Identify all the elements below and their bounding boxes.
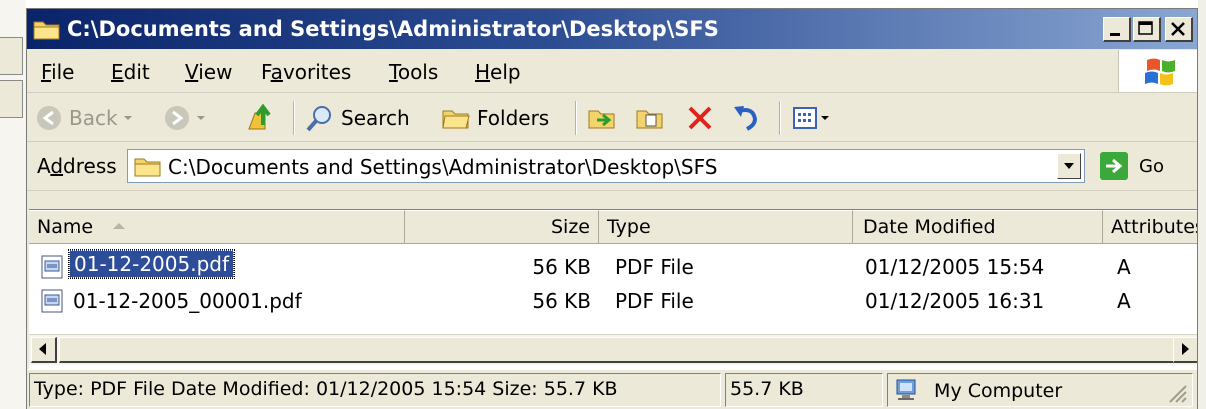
- close-icon: [1171, 22, 1185, 36]
- forward-arrow-icon: [165, 106, 189, 130]
- views-grid-icon: [793, 107, 817, 129]
- folders-icon: [442, 110, 470, 129]
- horizontal-scrollbar[interactable]: [29, 334, 1197, 365]
- file-row[interactable]: 01-12-2005_00001.pdf 56 KB PDF File 01/1…: [29, 284, 1197, 318]
- file-date-modified: 01/12/2005 16:31: [865, 289, 1045, 313]
- undo-button[interactable]: [731, 103, 761, 133]
- scroll-right-button[interactable]: [1173, 337, 1197, 363]
- folder-icon: [33, 21, 60, 40]
- resize-grip-icon[interactable]: [1166, 382, 1188, 404]
- file-type: PDF File: [615, 255, 694, 279]
- forward-button[interactable]: [163, 103, 211, 133]
- file-name: 01-12-2005.pdf: [67, 249, 236, 279]
- maximize-icon: [1138, 21, 1153, 35]
- chevron-down-icon: [1064, 163, 1074, 169]
- background-button: [0, 80, 23, 118]
- toolbar-separator: [779, 101, 781, 135]
- copy-to-button[interactable]: [635, 103, 667, 133]
- menu-view[interactable]: View: [185, 60, 232, 84]
- copy-to-folder-icon: [636, 110, 663, 129]
- column-header-date-modified[interactable]: Date Modified: [853, 210, 1103, 244]
- address-bar: Address C:\Documents and Settings\Admini…: [27, 142, 1197, 191]
- go-button[interactable]: Go: [1099, 151, 1164, 181]
- go-arrow-icon: [1100, 152, 1128, 180]
- column-header-size[interactable]: Size: [405, 210, 599, 244]
- column-header-name[interactable]: Name: [29, 210, 405, 244]
- menu-bar: File Edit View Favorites Tools Help: [27, 50, 1197, 93]
- chevron-down-icon: [123, 116, 132, 120]
- back-button[interactable]: Back: [35, 103, 138, 133]
- folder-icon: [134, 158, 161, 177]
- column-header-attributes[interactable]: Attributes: [1103, 210, 1197, 244]
- file-row[interactable]: 01-12-2005.pdf 56 KB PDF File 01/12/2005…: [29, 249, 1197, 284]
- minimize-button[interactable]: [1103, 17, 1131, 42]
- back-arrow-icon: [37, 106, 61, 130]
- chevron-down-icon: [821, 116, 829, 120]
- search-icon: [306, 106, 331, 132]
- file-date-modified: 01/12/2005 15:54: [865, 255, 1045, 279]
- explorer-window: C:\Documents and Settings\Administrator\…: [26, 8, 1198, 409]
- file-list: Name Size Type Date Modified Attributes …: [29, 209, 1197, 388]
- menu-tools[interactable]: Tools: [389, 60, 438, 84]
- column-header-type[interactable]: Type: [599, 210, 853, 244]
- address-input[interactable]: C:\Documents and Settings\Administrator\…: [127, 149, 1085, 183]
- scroll-left-button[interactable]: [31, 337, 57, 363]
- maximize-button[interactable]: [1133, 17, 1161, 42]
- arrow-right-icon: [1182, 343, 1189, 355]
- file-size: 56 KB: [532, 289, 591, 313]
- toolbar-separator: [575, 101, 577, 135]
- file-type: PDF File: [615, 289, 694, 313]
- move-to-folder-icon: [588, 110, 615, 129]
- address-label: Address: [37, 154, 117, 178]
- file-attributes: A: [1117, 289, 1131, 313]
- delete-button[interactable]: [685, 103, 715, 133]
- windows-logo: [1118, 50, 1197, 92]
- status-zone: My Computer: [887, 373, 1193, 407]
- chevron-down-icon: [197, 116, 205, 120]
- menu-edit[interactable]: Edit: [111, 60, 150, 84]
- up-folder-icon: [248, 103, 271, 130]
- file-name: 01-12-2005_00001.pdf: [73, 289, 302, 313]
- folders-button[interactable]: Folders: [441, 103, 549, 133]
- status-info: Type: PDF File Date Modified: 01/12/2005…: [29, 373, 721, 407]
- address-dropdown-button[interactable]: [1057, 153, 1081, 179]
- pdf-file-icon: [41, 255, 63, 279]
- menu-file[interactable]: File: [41, 60, 74, 84]
- standard-toolbar: Back Search Folders: [27, 93, 1197, 142]
- title-bar[interactable]: C:\Documents and Settings\Administrator\…: [27, 9, 1197, 49]
- status-bar: Type: PDF File Date Modified: 01/12/2005…: [27, 369, 1197, 409]
- background-button: [0, 37, 23, 75]
- undo-icon: [734, 106, 758, 131]
- background-desktop: [1198, 0, 1206, 409]
- scrollbar-thumb[interactable]: [59, 337, 1175, 363]
- file-size: 56 KB: [532, 255, 591, 279]
- background-window-edge: [0, 0, 26, 409]
- file-attributes: A: [1117, 255, 1131, 279]
- pdf-file-icon: [41, 289, 63, 313]
- views-button[interactable]: [791, 103, 831, 133]
- sort-ascending-icon: [113, 223, 126, 229]
- close-button[interactable]: [1165, 17, 1193, 42]
- search-button[interactable]: Search: [305, 103, 410, 133]
- move-to-button[interactable]: [587, 103, 619, 133]
- toolbar-separator: [293, 101, 295, 135]
- my-computer-icon: [896, 379, 916, 400]
- arrow-left-icon: [39, 343, 46, 355]
- delete-x-icon: [688, 106, 712, 130]
- menu-help[interactable]: Help: [475, 60, 521, 84]
- window-title: C:\Documents and Settings\Administrator\…: [67, 17, 719, 41]
- minimize-icon: [1110, 33, 1120, 36]
- menu-favorites[interactable]: Favorites: [261, 60, 351, 84]
- up-folder-button[interactable]: [245, 103, 277, 133]
- address-value: C:\Documents and Settings\Administrator\…: [168, 155, 718, 179]
- status-size: 55.7 KB: [725, 373, 883, 407]
- windows-flag-icon: [1145, 58, 1175, 86]
